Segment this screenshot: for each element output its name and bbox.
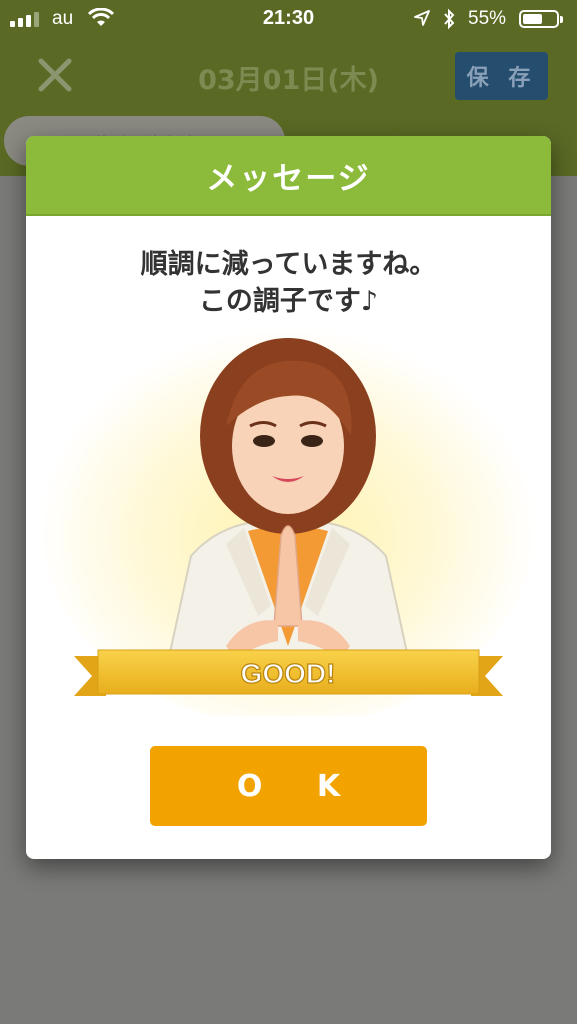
- bluetooth-icon: [444, 8, 455, 30]
- battery-percent: 55%: [468, 8, 507, 29]
- dialog-title: メッセージ: [26, 136, 551, 216]
- message-line-1: 順調に減っていますね。: [140, 249, 437, 280]
- save-button[interactable]: 保 存: [455, 52, 548, 100]
- advisor-illustration: GOOD!: [38, 316, 538, 716]
- message-dialog: メッセージ 順調に減っていますね。 この調子です♪ GOOD! O K: [26, 136, 551, 859]
- battery-icon: [519, 10, 563, 28]
- location-arrow-icon: [414, 10, 430, 26]
- good-badge: GOOD!: [241, 658, 336, 689]
- ok-button[interactable]: O K: [150, 746, 427, 826]
- status-bar: au 21:30 55%: [0, 0, 577, 38]
- message-line-2: この調子です♪: [198, 286, 379, 317]
- dialog-message: 順調に減っていますね。 この調子です♪: [26, 246, 551, 320]
